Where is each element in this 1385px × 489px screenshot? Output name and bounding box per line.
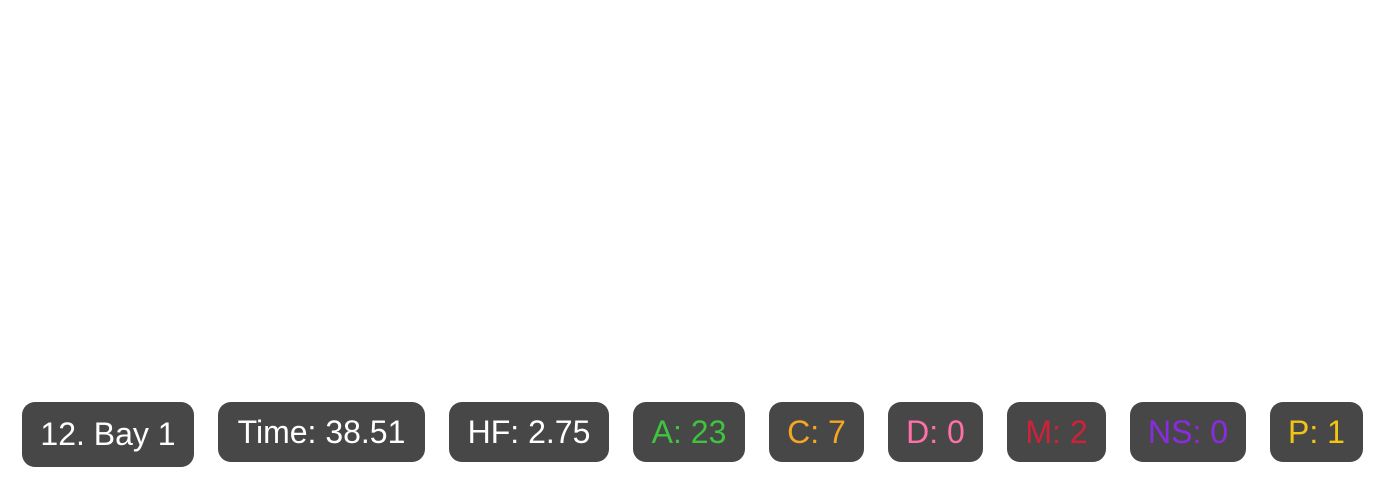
miss-count-label: M: 2 (1025, 413, 1088, 450)
charlie-count-badge: C: 7 (769, 402, 864, 462)
hit-factor-badge: HF: 2.75 (449, 402, 609, 462)
miss-count-badge: M: 2 (1007, 402, 1106, 462)
charlie-count-label: C: 7 (787, 413, 846, 450)
delta-count-label: D: 0 (906, 413, 965, 450)
delta-count-badge: D: 0 (888, 402, 983, 462)
stage-name-label: 12. Bay 1 (40, 416, 176, 452)
time-badge: Time: 38.51 (218, 402, 425, 462)
no-shoot-count-label: NS: 0 (1147, 413, 1229, 450)
procedural-count-badge: P: 1 (1270, 402, 1363, 462)
procedural-count-label: P: 1 (1288, 413, 1345, 450)
alpha-count-label: A: 23 (651, 413, 727, 450)
no-shoot-count-badge: NS: 0 (1130, 402, 1246, 462)
alpha-count-badge: A: 23 (633, 402, 745, 462)
stage-name-badge: 12. Bay 1 (22, 402, 194, 467)
hit-factor-label: HF: 2.75 (467, 413, 591, 450)
time-label: Time: 38.51 (237, 413, 406, 450)
scoring-stats-bar: 12. Bay 1 Time: 38.51 HF: 2.75 A: 23 C: … (0, 0, 1385, 489)
